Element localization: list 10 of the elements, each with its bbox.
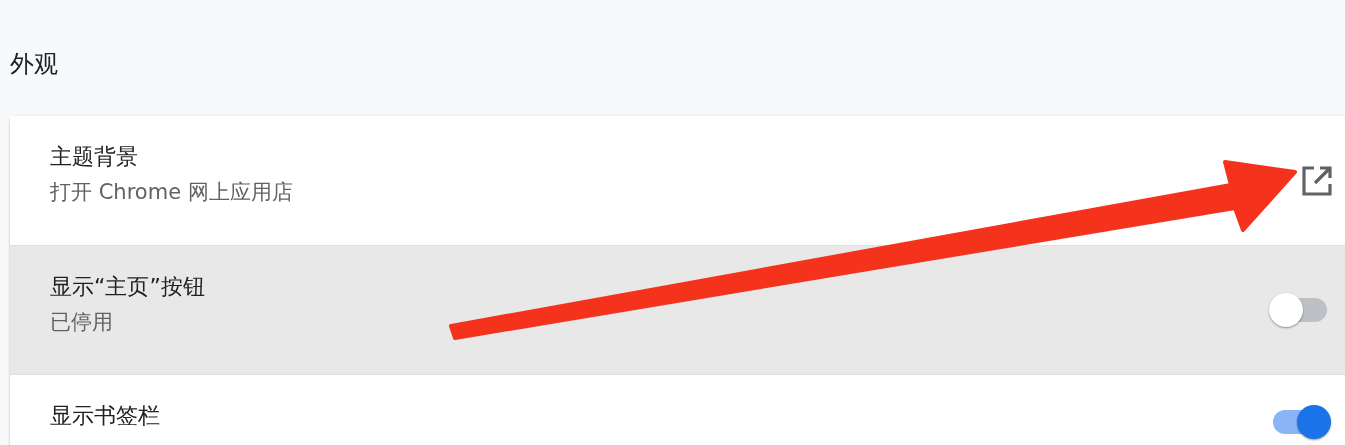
highlighted-row[interactable]: 显示“主页”按钮 已停用 bbox=[10, 245, 1345, 374]
section-title: 外观 bbox=[10, 49, 58, 80]
setting-subtitle: 打开 Chrome 网上应用店 bbox=[50, 180, 294, 206]
setting-title: 主题背景 bbox=[50, 144, 139, 171]
open-external-icon[interactable] bbox=[1301, 164, 1333, 197]
setting-title: 显示书签栏 bbox=[50, 403, 161, 430]
settings-row[interactable]: 主题背景 打开 Chrome 网上应用店 bbox=[10, 116, 1345, 245]
setting-subtitle: 已停用 bbox=[50, 310, 114, 336]
settings-row[interactable]: 显示书签栏 bbox=[10, 374, 1345, 445]
setting-title: 显示“主页”按钮 bbox=[50, 274, 206, 301]
